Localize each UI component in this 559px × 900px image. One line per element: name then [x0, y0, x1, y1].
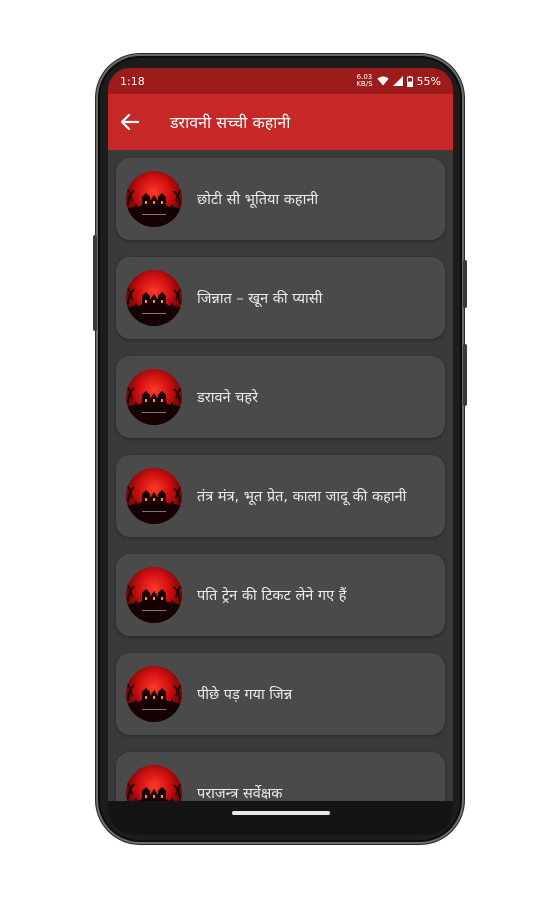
haunted-house-thumbnail	[126, 567, 182, 623]
net-speed-unit: KB/S	[356, 80, 373, 88]
haunted-house-thumbnail	[126, 666, 182, 722]
power-button	[93, 235, 97, 331]
cell-signal-icon	[392, 76, 403, 86]
volume-button	[463, 260, 467, 308]
net-speed-indicator: 6.03 KB/S	[356, 74, 372, 88]
status-bar: 1:18 6.03 KB/S 55%	[108, 68, 453, 94]
page-title: डरावनी सच्ची कहानी	[170, 113, 291, 132]
back-arrow-icon[interactable]	[108, 114, 152, 130]
navigation-bar	[108, 801, 453, 835]
app-bar: डरावनी सच्ची कहानी	[108, 94, 453, 150]
story-card[interactable]: डरावने चहरे	[116, 356, 445, 438]
haunted-house-thumbnail	[126, 369, 182, 425]
story-title: जिन्नात – खून की प्यासी	[197, 291, 323, 307]
story-title: छोटी सी भूतिया कहानी	[197, 192, 319, 208]
story-card[interactable]: तंत्र मंत्र, भूत प्रेत, काला जादू की कहा…	[116, 455, 445, 537]
status-time: 1:18	[120, 74, 145, 88]
phone-screen: 1:18 6.03 KB/S 55% डरावनी सच्ची कहानी छो…	[108, 68, 453, 835]
haunted-house-thumbnail	[126, 468, 182, 524]
volume-button	[463, 344, 467, 406]
story-title: पराजन्त्र सर्वेक्षक	[197, 786, 283, 802]
story-card[interactable]: पीछे पड़ गया जिन्न	[116, 653, 445, 735]
home-gesture-bar[interactable]	[231, 811, 330, 815]
story-card[interactable]: जिन्नात – खून की प्यासी	[116, 257, 445, 339]
haunted-house-thumbnail	[126, 270, 182, 326]
story-card[interactable]: छोटी सी भूतिया कहानी	[116, 158, 445, 240]
story-title: डरावने चहरे	[197, 390, 258, 406]
story-title: पति ट्रेन की टिकट लेने गए हैं	[197, 588, 347, 604]
wifi-icon	[376, 76, 389, 86]
story-card[interactable]: पति ट्रेन की टिकट लेने गए हैं	[116, 554, 445, 636]
haunted-house-thumbnail	[126, 171, 182, 227]
story-title: तंत्र मंत्र, भूत प्रेत, काला जादू की कहा…	[197, 489, 407, 505]
story-list: छोटी सी भूतिया कहानी जिन्नात – खून की प्…	[108, 150, 453, 834]
story-title: पीछे पड़ गया जिन्न	[197, 687, 293, 703]
battery-icon	[406, 75, 413, 87]
status-icons: 6.03 KB/S 55%	[356, 74, 441, 88]
battery-percentage: 55%	[416, 74, 441, 88]
